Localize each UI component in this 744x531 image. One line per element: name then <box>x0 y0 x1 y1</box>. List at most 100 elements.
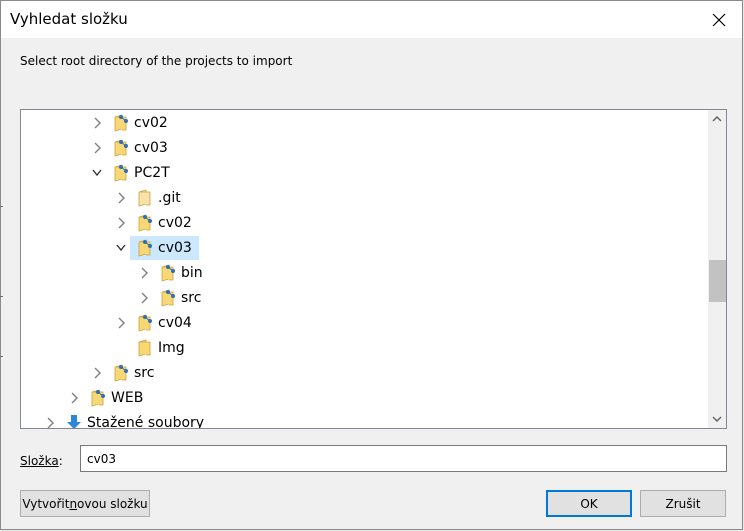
tree-expander[interactable] <box>88 361 106 385</box>
tree-item-label: cv03 <box>158 240 192 256</box>
tree-item-content: WEB <box>83 386 146 410</box>
tree-expander[interactable] <box>88 111 106 135</box>
tree-item-git[interactable]: .git <box>112 186 184 210</box>
tree-item-content: .git <box>130 186 184 210</box>
tree-expander[interactable] <box>88 161 106 185</box>
new-folder-button[interactable]: Vytvořit n ovou složku <box>20 490 150 517</box>
folder-field-label: Složka: <box>20 454 63 468</box>
tree-item-icon <box>63 411 85 428</box>
project-folder-icon <box>114 114 128 132</box>
tree-item-sta-en-soubory[interactable]: Stažené soubory <box>41 411 207 428</box>
ok-button[interactable]: OK <box>546 490 632 517</box>
tree-expander[interactable] <box>112 186 130 210</box>
tree-item-content: cv03 <box>130 236 199 260</box>
tree-item-icon <box>134 186 156 210</box>
downloads-icon <box>67 415 81 428</box>
tree-item-content: cv02 <box>130 211 195 235</box>
close-icon <box>712 13 726 26</box>
tree-item-icon <box>110 111 132 135</box>
tree-item-bin[interactable]: bin <box>135 261 206 285</box>
edge-tick <box>0 296 3 297</box>
chevron-down-icon <box>116 244 126 252</box>
tree-item-pc2t[interactable]: PC2T <box>88 161 173 185</box>
tree-item-img[interactable]: Img <box>112 336 188 360</box>
close-button[interactable] <box>696 1 742 38</box>
tree-item-icon <box>134 211 156 235</box>
hidden-folder-icon <box>138 189 151 207</box>
tree-item-cv03[interactable]: cv03 <box>88 136 171 160</box>
tree-item-content: bin <box>153 261 206 285</box>
tree-expander[interactable] <box>41 411 59 428</box>
chevron-right-icon <box>141 292 148 304</box>
scroll-down-button[interactable] <box>708 411 726 428</box>
tree-expander[interactable] <box>65 386 83 410</box>
tree-item-content: cv02 <box>106 111 171 135</box>
title-bar: Vyhledat složku <box>1 1 742 38</box>
project-folder-icon <box>138 239 152 257</box>
tree-item-label: src <box>134 365 155 381</box>
tree-expander[interactable] <box>112 236 130 260</box>
dialog-description: Select root directory of the projects to… <box>20 54 293 68</box>
vertical-scrollbar[interactable] <box>708 110 726 428</box>
tree-item-label: cv02 <box>158 215 192 231</box>
tree-item-icon <box>134 236 156 260</box>
chevron-down-icon <box>92 169 102 177</box>
tree-item-content: src <box>106 361 157 385</box>
new-folder-label-start: Vytvořit <box>22 496 70 511</box>
tree-item-content: PC2T <box>106 161 173 185</box>
folder-input[interactable] <box>80 445 727 472</box>
folder-field-label-text: Složka <box>20 454 59 468</box>
tree-item-cv04[interactable]: cv04 <box>112 311 195 335</box>
tree-expander[interactable] <box>112 311 130 335</box>
tree-item-cv02[interactable]: cv02 <box>112 211 195 235</box>
tree-expander[interactable] <box>112 211 130 235</box>
tree-expander[interactable] <box>135 286 153 310</box>
chevron-up-icon <box>712 116 722 122</box>
tree-item-src[interactable]: src <box>88 361 157 385</box>
tree-item-icon <box>87 386 109 410</box>
folder-browser-dialog: Vyhledat složku Select root directory of… <box>0 0 743 530</box>
tree-item-content: cv03 <box>106 136 171 160</box>
new-folder-label-end: ovou složku <box>77 496 148 511</box>
tree-item-label: WEB <box>111 390 144 406</box>
tree-item-cv02[interactable]: cv02 <box>88 111 171 135</box>
chevron-right-icon <box>94 142 101 154</box>
tree-item-label: cv04 <box>158 315 192 331</box>
tree-item-content: cv04 <box>130 311 195 335</box>
scroll-up-button[interactable] <box>708 110 726 127</box>
chevron-right-icon <box>118 192 125 204</box>
cancel-button[interactable]: Zrušit <box>640 490 726 517</box>
scrollbar-thumb[interactable] <box>709 260 726 302</box>
tree-expander-spacer <box>112 336 130 360</box>
tree-expander[interactable] <box>135 261 153 285</box>
chevron-right-icon <box>94 367 101 379</box>
folder-icon <box>138 339 151 357</box>
tree-item-icon <box>134 311 156 335</box>
tree-item-content: Img <box>130 336 188 360</box>
folder-tree[interactable]: cv02 cv03 PC2T .git cv02 cv03 bin src cv04 Img src… <box>20 109 727 429</box>
chevron-right-icon <box>118 317 125 329</box>
tree-item-label: src <box>181 290 202 306</box>
project-folder-icon <box>138 314 152 332</box>
project-folder-icon <box>114 164 128 182</box>
chevron-right-icon <box>71 392 78 404</box>
tree-item-content: Stažené soubory <box>59 411 207 428</box>
project-folder-icon <box>114 139 128 157</box>
tree-item-web[interactable]: WEB <box>65 386 146 410</box>
tree-item-icon <box>134 336 156 360</box>
tree-item-icon <box>110 361 132 385</box>
chevron-right-icon <box>141 267 148 279</box>
tree-item-cv03[interactable]: cv03 <box>112 236 199 260</box>
project-folder-icon <box>138 214 152 232</box>
tree-item-content: src <box>153 286 204 310</box>
tree-item-icon <box>157 286 179 310</box>
tree-item-label: cv03 <box>134 140 168 156</box>
tree-item-label: cv02 <box>134 115 168 131</box>
tree-item-label: Img <box>158 340 185 356</box>
tree-item-icon <box>157 261 179 285</box>
project-folder-icon <box>161 264 175 282</box>
tree-item-src[interactable]: src <box>135 286 204 310</box>
chevron-right-icon <box>47 417 54 428</box>
tree-expander[interactable] <box>88 136 106 160</box>
project-folder-icon <box>91 389 105 407</box>
